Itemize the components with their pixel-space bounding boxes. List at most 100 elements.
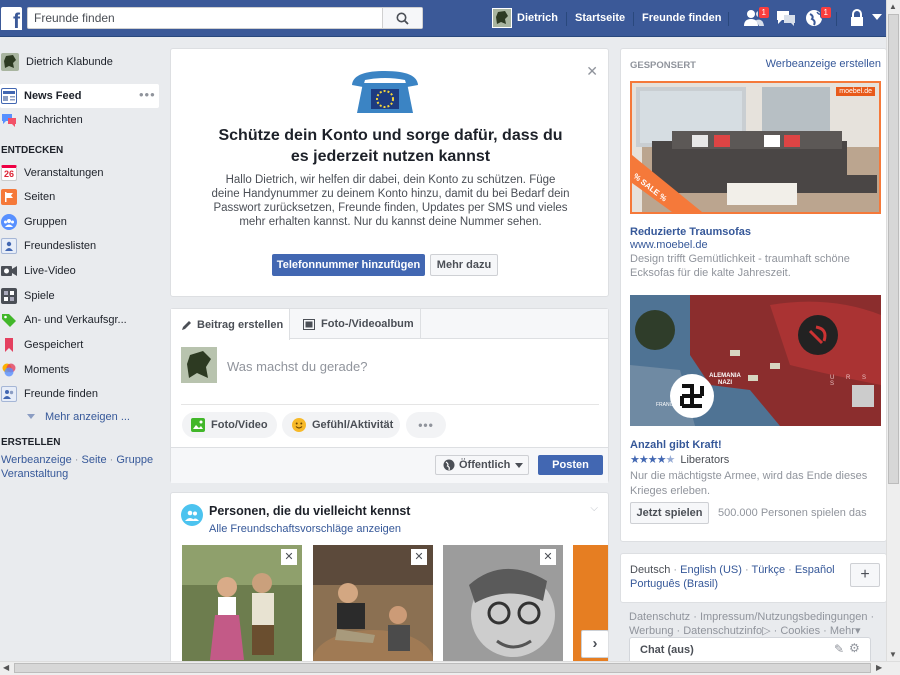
create-group-link[interactable]: Gruppe bbox=[116, 454, 153, 466]
pymk-remove-icon[interactable]: ✕ bbox=[540, 549, 556, 565]
search-input[interactable] bbox=[28, 8, 388, 28]
sidebar-item-news-feed-row[interactable]: News Feed bbox=[1, 85, 81, 107]
account-menu-button[interactable] bbox=[872, 14, 882, 20]
audience-selector[interactable]: Öffentlich bbox=[435, 455, 529, 475]
sidebar-item-buy-sell-groups[interactable]: An- und Verkaufsgr... bbox=[1, 309, 127, 331]
tag-icon bbox=[1, 312, 17, 328]
feeling-activity-button[interactable]: Gefühl/Aktivität bbox=[282, 412, 400, 438]
sponsored-card: GESPONSERT Werbeanzeige erstellen % SALE… bbox=[620, 48, 887, 542]
pymk-collapse-icon[interactable]: ⌵ bbox=[590, 503, 598, 514]
sidebar-item-label: Nachrichten bbox=[24, 114, 83, 126]
chevron-down-icon bbox=[515, 462, 524, 468]
add-language-button[interactable]: + bbox=[850, 563, 880, 587]
create-ad-link[interactable]: Werbeanzeige erstellen bbox=[766, 58, 881, 70]
language-spanish[interactable]: Español bbox=[795, 564, 835, 576]
star-rating-icon: ★★★★ bbox=[630, 454, 666, 466]
privacy-shortcuts-button[interactable] bbox=[850, 9, 864, 27]
map-label-france: FRANCIA bbox=[656, 402, 678, 408]
create-ad-link[interactable]: Werbeanzeige bbox=[1, 454, 72, 466]
pymk-remove-icon[interactable]: ✕ bbox=[411, 549, 427, 565]
friend-requests-badge: 1 bbox=[757, 6, 770, 19]
scroll-down-arrow[interactable]: ▼ bbox=[889, 650, 897, 659]
photo-video-button[interactable]: Foto/Video bbox=[182, 412, 277, 438]
footer-more[interactable]: Mehr bbox=[830, 625, 855, 637]
security-title: Schütze dein Konto und sorge dafür, dass… bbox=[218, 127, 563, 165]
create-event-link[interactable]: Veranstaltung bbox=[1, 468, 68, 480]
footer-imprint[interactable]: Impressum/Nutzungsbedingungen bbox=[700, 611, 868, 623]
footer-privacy[interactable]: Datenschutz bbox=[629, 611, 690, 623]
sidebar-item-pages[interactable]: Seiten bbox=[1, 186, 55, 208]
footer-adchoices[interactable]: Datenschutzinfo bbox=[683, 625, 762, 637]
ad-2-rating: ★★★★ ★ Liberators bbox=[630, 453, 729, 467]
sidebar-item-messages[interactable]: Nachrichten bbox=[1, 109, 83, 131]
groups-icon bbox=[1, 214, 17, 230]
user-avatar[interactable] bbox=[492, 8, 512, 28]
chat-bar[interactable]: Chat (aus) ✎ ⚙ bbox=[629, 637, 871, 661]
show-more-link[interactable]: Mehr anzeigen ... bbox=[45, 411, 130, 423]
nav-divider bbox=[566, 12, 567, 26]
sidebar-item-live-video[interactable]: Live-Video bbox=[1, 260, 76, 282]
more-chevron-icon bbox=[27, 414, 35, 419]
sidebar-item-groups[interactable]: Gruppen bbox=[1, 211, 67, 233]
bookmark-icon bbox=[1, 337, 17, 353]
tab-label: Foto-/Videoalbum bbox=[321, 318, 414, 330]
close-icon[interactable]: ✕ bbox=[586, 64, 598, 78]
sidebar-profile[interactable]: Dietrich Klabunde bbox=[1, 51, 113, 73]
ad-image-war-map[interactable]: ALEMANIA NAZI FRANCIA U R S S bbox=[630, 295, 881, 426]
sidebar-item-games[interactable]: Spiele bbox=[1, 285, 55, 307]
more-options-icon[interactable]: ••• bbox=[139, 88, 156, 101]
tab-create-post[interactable]: Beitrag erstellen bbox=[171, 309, 290, 340]
friend-requests-button[interactable]: 1 bbox=[743, 6, 770, 27]
facebook-logo[interactable]: f bbox=[1, 7, 22, 30]
post-button[interactable]: Posten bbox=[538, 455, 603, 475]
sidebar-item-label: Live-Video bbox=[24, 265, 76, 277]
messages-icon bbox=[777, 11, 795, 26]
footer-advertising[interactable]: Werbung bbox=[629, 625, 673, 637]
pymk-see-all-link[interactable]: Alle Freundschaftsvorschläge anzeigen bbox=[209, 523, 401, 535]
language-portuguese[interactable]: Português (Brasil) bbox=[630, 578, 718, 590]
learn-more-button[interactable]: Mehr dazu bbox=[430, 254, 498, 276]
sidebar-item-events[interactable]: 26 Veranstaltungen bbox=[1, 162, 104, 184]
search-button[interactable] bbox=[382, 8, 422, 28]
pymk-remove-icon[interactable]: ✕ bbox=[281, 549, 297, 565]
composer-card: Beitrag erstellen Foto-/Videoalbum Was m… bbox=[170, 308, 609, 483]
more-actions-button[interactable]: ••• bbox=[406, 412, 446, 438]
ad-2-title[interactable]: Anzahl gibt Kraft! bbox=[630, 439, 722, 451]
notifications-button[interactable]: 1 bbox=[805, 6, 832, 27]
sidebar-item-find-friends[interactable]: Freunde finden bbox=[1, 383, 98, 405]
create-page-link[interactable]: Seite bbox=[82, 454, 107, 466]
vertical-scroll-thumb[interactable] bbox=[888, 14, 899, 484]
create-heading: ERSTELLEN bbox=[1, 437, 61, 448]
pymk-icon bbox=[181, 504, 203, 526]
messages-button[interactable] bbox=[775, 9, 797, 27]
ad-1-domain[interactable]: www.moebel.de bbox=[630, 239, 708, 251]
language-english[interactable]: English (US) bbox=[680, 564, 742, 576]
sidebar-item-friend-lists[interactable]: Freundeslisten bbox=[1, 235, 96, 257]
profile-avatar bbox=[1, 53, 19, 71]
tab-photo-album[interactable]: Foto-/Videoalbum bbox=[291, 309, 421, 339]
language-card: Deutsch · English (US) · Türkçe · Españo… bbox=[620, 553, 887, 603]
nav-divider bbox=[836, 12, 837, 26]
home-link[interactable]: Startseite bbox=[575, 0, 625, 37]
gear-icon[interactable]: ⚙ bbox=[849, 641, 860, 655]
horizontal-scroll-thumb[interactable] bbox=[14, 663, 871, 673]
pymk-next-button[interactable]: › bbox=[581, 630, 608, 658]
photo-icon bbox=[191, 418, 205, 432]
scroll-left-arrow[interactable]: ◀ bbox=[3, 663, 9, 672]
scroll-up-arrow[interactable]: ▲ bbox=[889, 2, 897, 11]
compose-icon[interactable]: ✎ bbox=[834, 642, 844, 656]
footer-cookies[interactable]: Cookies bbox=[780, 625, 820, 637]
play-now-button[interactable]: Jetzt spielen bbox=[630, 502, 709, 524]
scroll-right-arrow[interactable]: ▶ bbox=[876, 663, 882, 672]
language-turkish[interactable]: Türkçe bbox=[751, 564, 785, 576]
security-card: ✕ Schütze dein Konto und sorge dafür, da… bbox=[170, 48, 609, 297]
sidebar-item-saved[interactable]: Gespeichert bbox=[1, 334, 83, 356]
sidebar-item-moments[interactable]: Moments bbox=[1, 359, 69, 381]
add-phone-button[interactable]: Telefonnummer hinzufügen bbox=[272, 254, 425, 276]
create-links: Werbeanzeige · Seite · Gruppe Veranstalt… bbox=[1, 454, 154, 480]
status-input[interactable]: Was machst du gerade? bbox=[227, 359, 367, 374]
ad-1-title[interactable]: Reduzierte Traumsofas bbox=[630, 226, 751, 238]
profile-link[interactable]: Dietrich bbox=[517, 0, 558, 37]
ad-image-sofa[interactable]: % SALE % moebel.de bbox=[630, 81, 881, 214]
find-friends-link[interactable]: Freunde finden bbox=[642, 0, 721, 37]
